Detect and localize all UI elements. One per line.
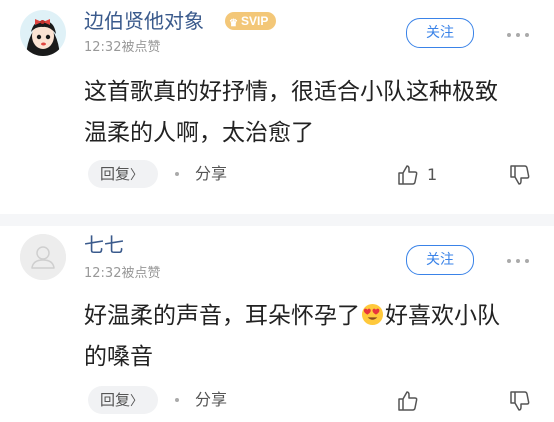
like-button[interactable] <box>396 386 446 416</box>
timestamp: 12:32被点赞 <box>84 40 161 55</box>
thumbs-up-icon <box>398 165 418 185</box>
like-button[interactable]: 1 <box>396 160 446 190</box>
vip-badge: ♛ SVIP <box>225 12 277 30</box>
vip-badge-label: SVIP <box>241 14 269 28</box>
chevron-right-icon: 〉 <box>130 168 144 183</box>
share-button[interactable]: 分享 <box>195 162 227 186</box>
avatar[interactable] <box>20 234 66 280</box>
reply-button[interactable]: 回复〉 <box>88 160 158 188</box>
comment-item: 七七 12:32被点赞 关注 好温柔的声音，耳朵怀孕了 好喜欢小队的嗓音 回复〉… <box>0 226 554 422</box>
comment-item: 边伯贤他对象 ♛ SVIP 12:32被点赞 关注 这首歌真的好抒情，很适合小队这… <box>0 0 554 214</box>
cartoon-avatar-icon <box>20 10 66 56</box>
more-icon[interactable] <box>506 256 530 266</box>
comment-divider <box>0 214 554 226</box>
follow-button[interactable]: 关注 <box>406 245 474 275</box>
reply-label: 回复 <box>100 165 131 183</box>
comment-text-part: 好温柔的声音，耳朵怀孕了 <box>84 303 360 329</box>
thumbs-up-icon <box>398 391 418 411</box>
reply-button[interactable]: 回复〉 <box>88 386 158 414</box>
default-avatar-icon <box>20 234 66 280</box>
follow-button[interactable]: 关注 <box>406 18 474 48</box>
username[interactable]: 七七 <box>84 233 124 257</box>
timestamp: 12:32被点赞 <box>84 266 161 281</box>
dot-separator <box>175 172 179 176</box>
comment-text: 好温柔的声音，耳朵怀孕了 好喜欢小队的嗓音 <box>84 296 504 378</box>
chevron-right-icon: 〉 <box>130 394 144 409</box>
heart-eyes-emoji-icon <box>361 303 384 326</box>
share-button[interactable]: 分享 <box>195 388 227 412</box>
more-icon[interactable] <box>506 30 530 40</box>
avatar[interactable] <box>20 10 66 56</box>
thumbs-down-icon[interactable] <box>508 389 532 413</box>
comment-text: 这首歌真的好抒情，很适合小队这种极致温柔的人啊，太治愈了 <box>84 79 498 146</box>
username[interactable]: 边伯贤他对象 <box>84 9 204 33</box>
thumbs-down-icon[interactable] <box>508 163 532 187</box>
like-count: 1 <box>427 165 438 184</box>
crown-icon: ♛ <box>229 18 238 29</box>
dot-separator <box>175 398 179 402</box>
reply-label: 回复 <box>100 391 131 409</box>
